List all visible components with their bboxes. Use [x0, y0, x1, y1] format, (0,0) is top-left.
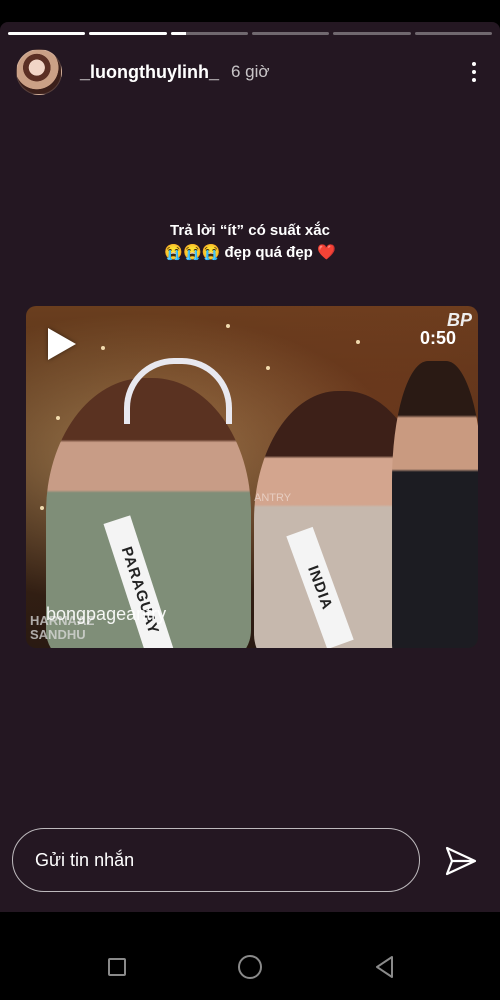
video-watermark: bongpageantry	[46, 604, 167, 624]
progress-segment-2	[89, 32, 167, 35]
progress-segment-1	[8, 32, 86, 35]
message-input[interactable]: Gửi tin nhắn	[12, 828, 420, 892]
home-icon[interactable]	[238, 955, 262, 979]
story-container[interactable]: _luongthuylinh_ 6 giờ Trả lời “ít” có su…	[0, 22, 500, 912]
post-time: 6 giờ	[231, 62, 270, 81]
caption-line-2-text: đẹp quá đẹp	[224, 244, 313, 262]
name-overlay-line-2: SANDHU	[30, 627, 86, 642]
username[interactable]: _luongthuylinh_	[80, 62, 219, 83]
more-options-icon[interactable]	[464, 60, 484, 84]
crying-emoji-icons: 😭😭😭	[164, 244, 221, 262]
caption-line-2: 😭😭😭 đẹp quá đẹp ❤️	[0, 242, 500, 264]
headphones-graphic	[124, 358, 232, 424]
back-icon[interactable]	[372, 954, 398, 980]
send-icon[interactable]	[444, 844, 478, 878]
heart-icon: ❤️	[317, 244, 336, 262]
story-header: _luongthuylinh_ 6 giờ	[16, 48, 484, 96]
message-placeholder: Gửi tin nhắn	[35, 849, 135, 870]
play-icon[interactable]	[48, 328, 76, 360]
video-person-right	[392, 361, 478, 648]
story-progress	[8, 32, 492, 35]
video-faint-text: ANTRY	[254, 492, 292, 504]
progress-segment-6	[414, 32, 492, 35]
progress-segment-3	[170, 32, 248, 35]
caption-line-1: Trả lời “ít” có suất xắc	[170, 222, 330, 239]
video-embed[interactable]: PARAGUAY INDIA ANTRY BP 0:50 HARNAAZ SAN…	[26, 306, 478, 648]
avatar[interactable]	[16, 49, 62, 95]
video-duration: 0:50	[419, 328, 456, 348]
recent-apps-icon[interactable]	[108, 958, 126, 976]
system-navigation-bar	[0, 912, 500, 1000]
story-caption: Trả lời “ít” có suất xắc 😭😭😭 đẹp quá đẹp…	[0, 220, 500, 264]
progress-segment-4	[251, 32, 330, 35]
progress-segment-5	[333, 32, 411, 35]
